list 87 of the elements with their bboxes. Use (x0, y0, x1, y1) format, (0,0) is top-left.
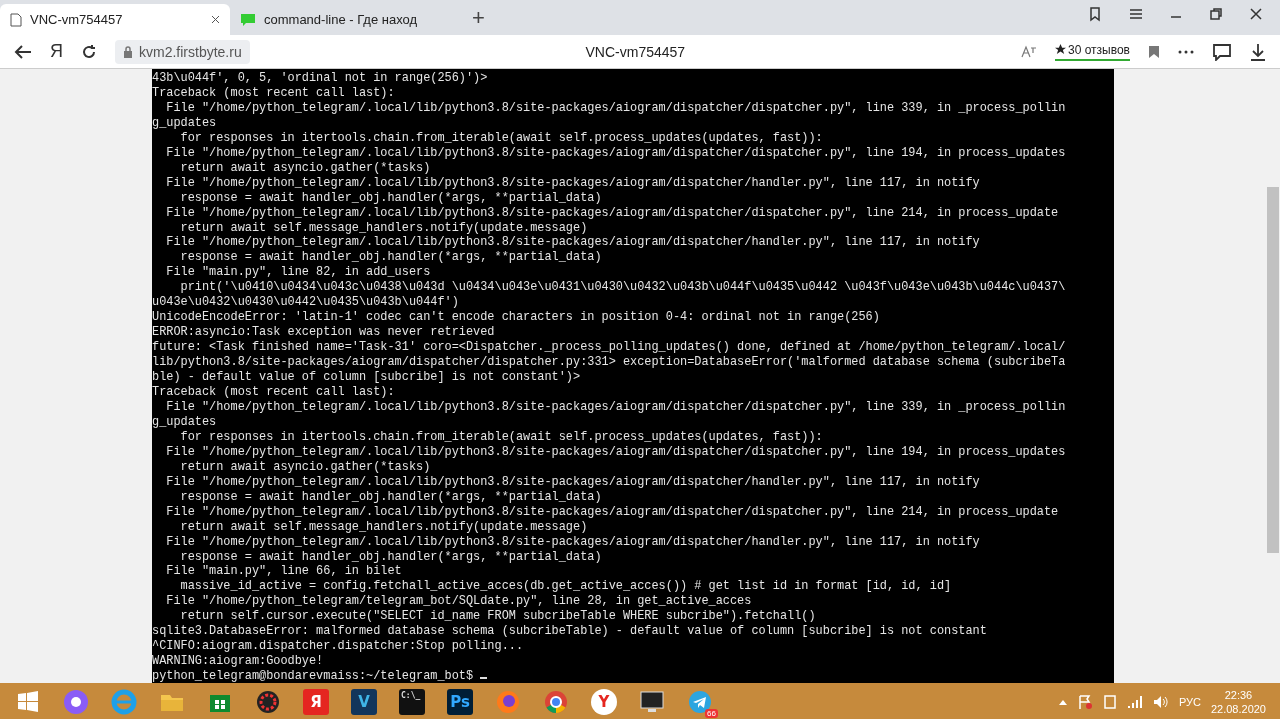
gear-icon[interactable] (255, 688, 281, 715)
terminal-line: File "/home/python_telegram/.local/lib/python3.8/site-packages/aiogram/dispatcher/handler.py", line 117, in notify (165, 474, 981, 490)
terminal-line: future: <Task finished name='Task-31' coro=<Dispatcher._process_polling_updates() done, defined at /home/python_telegram/.local/ (152, 340, 1067, 356)
terminal-line: WARNING:aiogram:Goodbye! (152, 654, 325, 670)
speaker-icon[interactable] (1152, 694, 1169, 709)
new-tab-button[interactable]: + (460, 5, 497, 35)
terminal-line: File "main.py", line 66, in bilet (165, 564, 403, 580)
terminal-line: ^CINFO:aiogram.dispatcher.dispatcher:Stop polling... (152, 639, 525, 655)
browser-tab[interactable]: command-line - Где наход (230, 4, 460, 35)
terminal-line: File "/home/python_telegram/.local/lib/python3.8/site-packages/aiogram/dispatcher/handler.py", line 117, in notify (165, 175, 981, 191)
terminal-line: File "/home/python_telegram/.local/lib/python3.8/site-packages/aiogram/dispatcher/dispatcher.py", line 214, in process_update (165, 504, 1060, 520)
terminal-line: File "/home/python_telegram/.local/lib/python3.8/site-packages/aiogram/dispatcher/dispatcher.py", line 194, in process_updates (165, 444, 1067, 460)
star-icon (1055, 44, 1066, 55)
terminal-cursor (480, 677, 488, 680)
lock-icon (123, 45, 133, 58)
terminal-line: 43b\u044f', 0, 5, 'ordinal not in range(256)')> (152, 71, 489, 86)
clock-date: 22.08.2020 (1210, 701, 1266, 716)
close-icon[interactable] (211, 15, 220, 24)
terminal-line: for responses in itertools.chain.from_iterable(await self.process_updates(updates, fast)): (179, 130, 824, 146)
ps-app-icon[interactable]: Ps (447, 688, 473, 715)
page-title: VNC-vm754457 (584, 43, 687, 60)
terminal-line: return await self.message_handlers.notify(update.message) (179, 519, 589, 535)
notification-badge: 66 (705, 709, 718, 718)
flag-icon[interactable] (1076, 693, 1093, 710)
terminal-line: File "/home/python_telegram/.local/lib/python3.8/site-packages/aiogram/dispatcher/dispatcher.py", line 194, in process_updates (165, 145, 1067, 161)
terminal-line: return await self.message_handlers.notify(update.message) (179, 220, 589, 236)
terminal-line: u043e\u0432\u0430\u0442\u0435\u043b\u044f') (152, 295, 460, 311)
restore-icon[interactable] (1208, 5, 1224, 22)
terminal-line: UnicodeEncodeError: 'latin-1' codec can't encode characters in position 0-4: ordinal not in range(256) (152, 310, 881, 326)
terminal-line: ble) - default value of column [subcribe] is not constant')> (152, 370, 582, 385)
terminal-line: File "/home/python_telegram/.local/lib/python3.8/site-packages/aiogram/dispatcher/handler.py", line 117, in notify (165, 235, 981, 251)
terminal-line: sqlite3.DatabaseError: malformed database schema (subcribeTable) - default value of column [subcribe] is not constant (152, 624, 988, 640)
translate-icon[interactable] (1021, 44, 1037, 59)
address-field[interactable]: kvm2.firstbyte.ru (115, 39, 250, 64)
firefox-icon[interactable] (495, 688, 521, 715)
terminal-line: File "/home/python_telegram/.local/lib/python3.8/site-packages/aiogram/dispatcher/handler.py", line 117, in notify (165, 534, 981, 550)
page-icon (10, 12, 22, 27)
back-arrow-icon[interactable] (14, 43, 32, 60)
terminal-line: response = await handler_obj.handler(*args, **partial_data) (179, 489, 603, 505)
windows-start-icon[interactable] (15, 688, 41, 715)
yandex-button[interactable]: Я (50, 41, 63, 62)
yandex-app-icon[interactable]: Я (303, 688, 329, 715)
bookmark-icon[interactable] (1148, 44, 1160, 59)
speech-bubble-icon (240, 12, 256, 27)
terminal-line: File "/home/python_telegram/telegram_bot/SQLdate.py", line 28, in get_active_acces (165, 594, 753, 610)
terminal-line: return self.cursor.execute("SELECT id_name FROM subcribeTable WHERE subcribe").fetchall() (179, 609, 817, 625)
terminal-line: return await asyncio.gather(*tasks) (179, 459, 432, 475)
device-icon[interactable] (1102, 693, 1117, 710)
reviews-badge[interactable]: 30 отзывов (1055, 42, 1130, 61)
terminal-line: response = await handler_obj.handler(*args, **partial_data) (179, 549, 603, 565)
chat-icon[interactable] (1212, 42, 1232, 61)
terminal-line: File "/home/python_telegram/.local/lib/python3.8/site-packages/aiogram/dispatcher/dispatcher.py", line 339, in _process_pollin (165, 100, 1067, 116)
v-app-icon[interactable]: V (351, 688, 377, 715)
terminal-line: g_updates (152, 115, 218, 131)
terminal-line: print('\u0410\u0434\u043c\u0438\u043d \u0434\u043e\u0431\u0430\u0432\u043b\u044f\u0435\u0442 \u043f\u043e\u043b\u044c\u0437\ (179, 280, 1067, 296)
terminal-line: lib/python3.8/site-packages/aiogram/dispatcher/dispatcher.py:331> exception=DatabaseError('malformed database schema (subcribeTa (152, 355, 1067, 371)
scrollbar-thumb[interactable] (1267, 187, 1279, 553)
terminal-line: Traceback (most recent call last): (152, 385, 396, 400)
terminal-line: massive_id_active = config.fetchall_active_acces(db.get_active_acces()) # get list id in format [id, id, id] (179, 579, 953, 595)
terminal-line: return await asyncio.gather(*tasks) (179, 160, 432, 176)
reviews-count: 30 отзывов (1068, 42, 1130, 57)
clock-time: 22:36 (1224, 687, 1253, 702)
chrome-icon[interactable] (543, 688, 569, 715)
more-icon[interactable] (1178, 49, 1194, 54)
monitor-icon[interactable] (639, 688, 665, 715)
terminal-line: response = await handler_obj.handler(*args, **partial_data) (179, 250, 603, 266)
signal-icon[interactable] (1126, 694, 1143, 709)
terminal-line: response = await handler_obj.handler(*args, **partial_data) (179, 190, 603, 206)
shell-prompt: python_telegram@bondarevmaiss:~/telegram_bot$ (152, 669, 474, 683)
ring-icon[interactable] (63, 688, 89, 715)
close-icon[interactable] (1248, 5, 1264, 22)
reload-icon[interactable] (81, 43, 97, 60)
terminal-line: File "/home/python_telegram/.local/lib/python3.8/site-packages/aiogram/dispatcher/dispatcher.py", line 339, in _process_pollin (165, 399, 1067, 415)
cmd-app-icon[interactable]: C:\_ (399, 688, 425, 715)
terminal-line: ERROR:asyncio:Task exception was never retrieved (152, 325, 496, 341)
terminal-line: Traceback (most recent call last): (152, 85, 396, 101)
terminal-line: File "/home/python_telegram/.local/lib/python3.8/site-packages/aiogram/dispatcher/dispatcher.py", line 214, in process_update (165, 205, 1060, 221)
tab-title: VNC-vm754457 (30, 12, 123, 27)
browser-tab[interactable]: VNC-vm754457 (0, 4, 230, 35)
terminal-line: File "main.py", line 82, in add_users (165, 265, 432, 281)
terminal-line: g_updates (152, 414, 218, 430)
terminal-line: for responses in itertools.chain.from_iterable(await self.process_updates(updates, fast)): (179, 429, 824, 445)
ybrowser-app-icon[interactable]: Y (591, 688, 617, 715)
chevron-up-icon[interactable] (1058, 698, 1067, 705)
tab-title: command-line - Где наход (264, 12, 418, 27)
url-text: kvm2.firstbyte.ru (139, 43, 242, 60)
download-icon[interactable] (1250, 42, 1266, 61)
